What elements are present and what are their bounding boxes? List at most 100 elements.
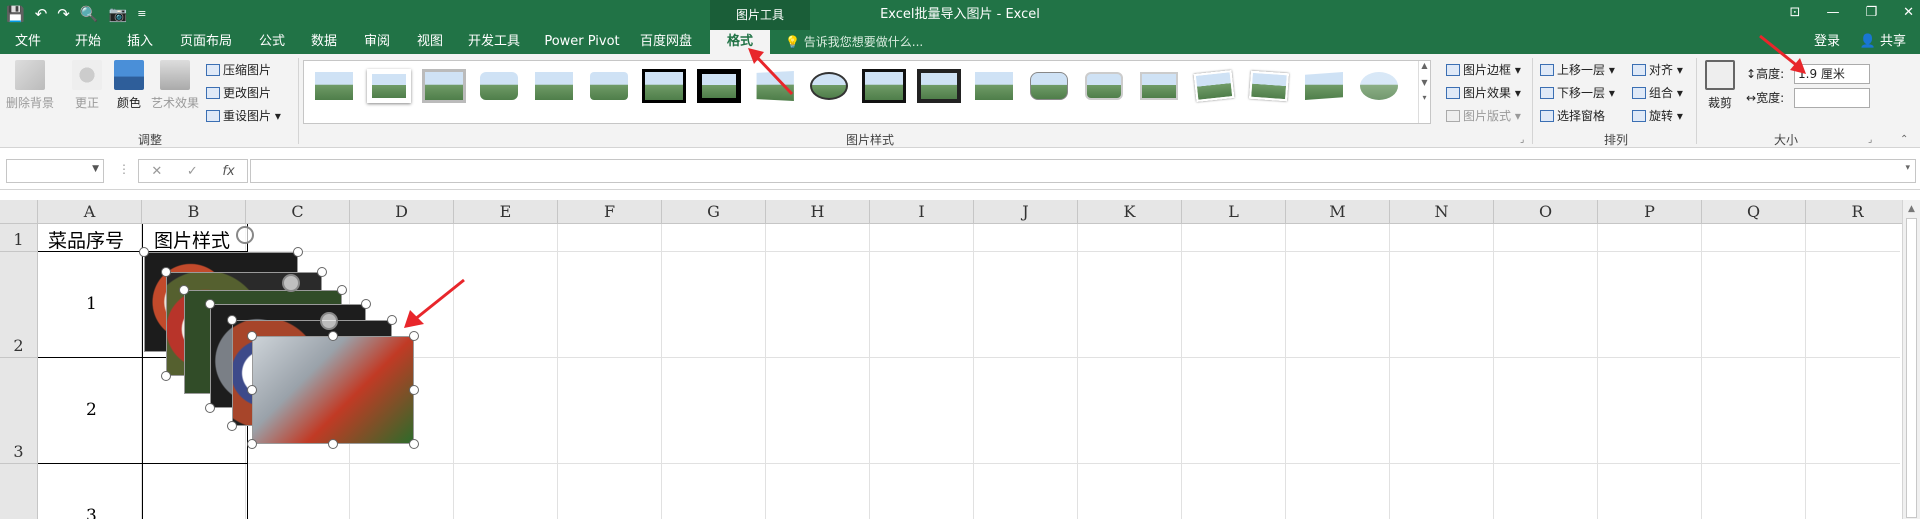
size-dialog-launcher[interactable]: ⌟ [1868,135,1872,145]
column-header-f[interactable]: F [558,200,662,224]
resize-handle[interactable] [227,315,237,325]
column-header-g[interactable]: G [662,200,766,224]
column-header-l[interactable]: L [1182,200,1286,224]
style-thumb[interactable] [807,69,851,103]
minimize-icon[interactable]: — [1826,0,1839,26]
resize-handle[interactable] [328,439,338,449]
redo-icon[interactable]: ↷ [57,4,70,24]
style-thumb[interactable] [972,69,1016,103]
column-header-b[interactable]: B [142,200,246,224]
column-header-r[interactable]: R [1806,200,1910,224]
tab-insert[interactable]: 插入 [120,30,160,54]
formula-input[interactable] [250,159,1916,183]
worksheet-grid[interactable]: ABCDEFGHIJKLMNOPQR 1 2 3 菜品序号 图片样式 1 2 3 [0,200,1920,519]
resize-handle[interactable] [361,299,371,309]
resize-handle[interactable] [227,421,237,431]
restore-icon[interactable]: ❐ [1865,0,1877,26]
row-header-2[interactable]: 2 [0,252,38,358]
style-thumb[interactable] [477,69,521,103]
change-picture-button[interactable]: 更改图片 [206,85,271,101]
rotate-button[interactable]: 旋转 ▾ [1632,108,1683,124]
style-thumb[interactable] [642,69,686,103]
vertical-scrollbar[interactable]: ▲ [1902,200,1920,519]
share-button[interactable]: 👤 共享 [1860,30,1906,54]
picture-styles-dialog-launcher[interactable]: ⌟ [1520,135,1524,145]
artistic-effects-button[interactable]: 艺术效果 [150,60,200,111]
cell-B1[interactable]: 图片样式 [154,226,230,253]
group-button[interactable]: 组合 ▾ [1632,85,1683,101]
column-header-k[interactable]: K [1078,200,1182,224]
resize-handle[interactable] [161,267,171,277]
column-header-n[interactable]: N [1390,200,1494,224]
select-all-corner[interactable] [0,200,38,224]
width-input[interactable] [1794,88,1870,108]
food-photo[interactable] [252,336,414,444]
align-button[interactable]: 对齐 ▾ [1632,62,1683,78]
cell-A4[interactable]: 3 [86,506,97,519]
resize-handle[interactable] [179,285,189,295]
cell-A1[interactable]: 菜品序号 [48,226,124,253]
resize-handle[interactable] [247,385,257,395]
style-thumb[interactable] [532,69,576,103]
style-thumb[interactable] [587,69,631,103]
resize-handle[interactable] [205,403,215,413]
style-thumb[interactable] [422,69,466,103]
column-header-m[interactable]: M [1286,200,1390,224]
picture-border-button[interactable]: 图片边框 ▾ [1446,62,1521,78]
tab-formulas[interactable]: 公式 [252,30,292,54]
column-header-p[interactable]: P [1598,200,1702,224]
resize-handle[interactable] [293,247,303,257]
style-thumb[interactable] [367,69,411,103]
rotate-handle-icon[interactable] [282,274,300,292]
resize-handle[interactable] [247,331,257,341]
picture-effects-button[interactable]: 图片效果 ▾ [1446,85,1521,101]
tab-view[interactable]: 视图 [410,30,450,54]
chevron-down-icon[interactable]: ▼ [92,164,99,174]
column-header-o[interactable]: O [1494,200,1598,224]
gallery-down-icon[interactable]: ▼ [1419,78,1430,87]
column-header-h[interactable]: H [766,200,870,224]
resize-handle[interactable] [328,331,338,341]
cell-A2[interactable]: 1 [86,294,97,314]
name-box[interactable]: ▼ [6,159,104,183]
insert-function-icon[interactable]: fx [222,164,234,179]
color-button[interactable]: 颜色 [106,60,152,111]
collapse-ribbon-icon[interactable]: ⌃ [1900,134,1908,145]
column-header-i[interactable]: I [870,200,974,224]
send-backward-button[interactable]: 下移一层 ▾ [1540,85,1615,101]
resize-handle[interactable] [161,371,171,381]
tab-page-layout[interactable]: 页面布局 [176,30,236,54]
column-header-j[interactable]: J [974,200,1078,224]
cell-A3[interactable]: 2 [86,400,97,420]
resize-handle[interactable] [337,285,347,295]
cancel-icon[interactable]: ✕ [151,164,162,179]
undo-icon[interactable]: ↶ [35,4,48,24]
picture-styles-gallery[interactable]: ▲ ▼ ▾ [303,60,1431,124]
column-header-d[interactable]: D [350,200,454,224]
style-thumb[interactable] [1247,69,1291,103]
picture-layout-button[interactable]: 图片版式 ▾ [1446,108,1521,124]
row-header-4[interactable] [0,464,38,519]
style-thumb[interactable] [1302,69,1346,103]
resize-handle[interactable] [409,385,419,395]
gallery-up-icon[interactable]: ▲ [1419,61,1430,70]
resize-handle[interactable] [409,439,419,449]
tab-developer[interactable]: 开发工具 [464,30,524,54]
style-thumb[interactable] [697,69,741,103]
camera-icon[interactable]: 📷 [109,4,128,24]
scrollbar-thumb[interactable] [1906,218,1917,518]
rotate-handle-icon[interactable] [236,226,254,244]
crop-button[interactable]: 裁剪 [1700,60,1740,111]
save-icon[interactable]: 💾 [6,4,25,24]
style-thumb[interactable] [1137,69,1181,103]
remove-background-button[interactable]: 删除背景 [4,60,56,111]
gallery-scroll[interactable]: ▲ ▼ ▾ [1418,61,1430,123]
selection-pane-button[interactable]: 选择窗格 [1540,108,1605,124]
resize-handle[interactable] [317,267,327,277]
tab-baidu-netdisk[interactable]: 百度网盘 [636,30,696,54]
bring-forward-button[interactable]: 上移一层 ▾ [1540,62,1615,78]
style-thumb[interactable] [1027,69,1071,103]
tab-home[interactable]: 开始 [68,30,108,54]
sign-in-link[interactable]: 登录 [1814,30,1840,54]
style-thumb[interactable] [1192,69,1236,103]
